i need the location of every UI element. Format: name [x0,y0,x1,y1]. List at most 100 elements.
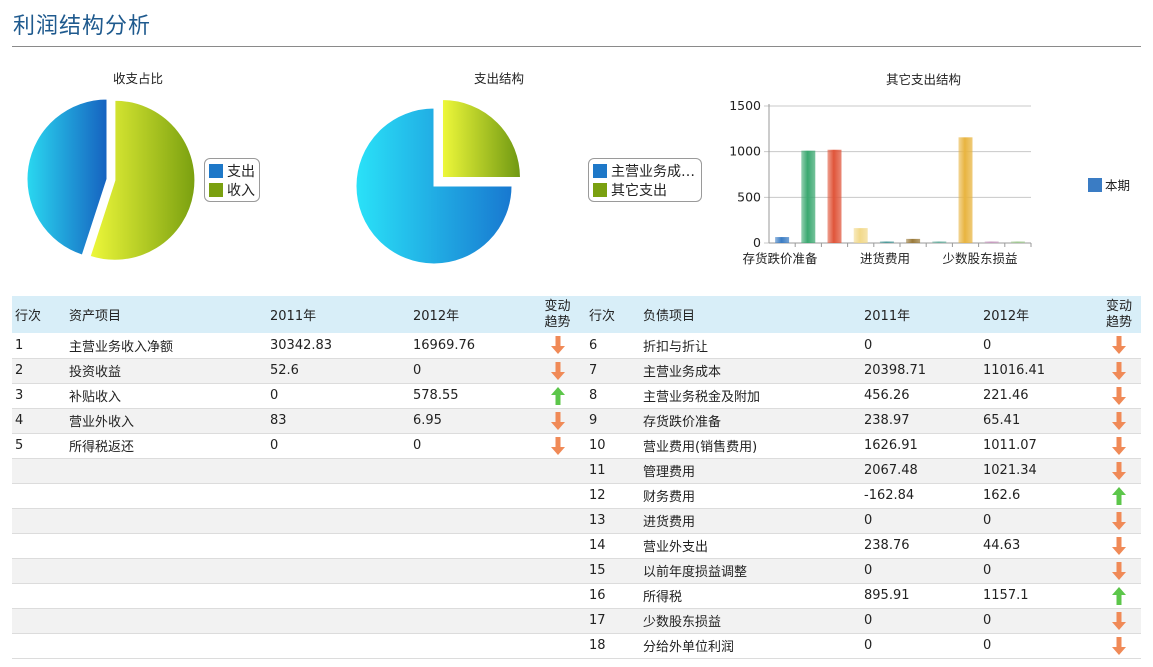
legend-swatch [209,182,223,197]
trend-header-line2: 趋势 [544,314,571,330]
cell-trend [1097,333,1141,359]
bar[interactable] [932,241,947,244]
cell-2012 [410,633,527,659]
cell-row-no: 4 [12,408,66,434]
cell-trend [1097,583,1141,609]
col-header-trend: 变动 趋势 [527,296,588,333]
cell-item: 财务费用 [640,483,861,509]
legend-swatch [593,182,607,197]
cell-row-no: 9 [586,408,640,434]
cell-row-no: 10 [586,433,640,459]
bar[interactable] [906,238,921,243]
cell-item: 进货费用 [640,508,861,534]
cell-2011: 30342.83 [267,333,410,359]
chart-legend[interactable]: 主营业务成… 其它支出 [588,158,702,202]
trend-header-line1: 变动 [1105,298,1132,314]
cell-2012 [410,533,527,559]
cell-item: 存货跌价准备 [640,408,861,434]
cell-2011 [267,483,410,509]
cell-2012: 65.41 [980,408,1097,434]
cell-row-no: 11 [586,458,640,484]
cell-row-no [12,483,66,509]
cell-2012 [410,483,527,509]
x-tick-label: 存货跌价准备 [742,251,818,266]
cell-item [66,608,267,634]
table-row: 8 主营业务税金及附加 456.26 221.46 [586,383,1141,409]
cell-item: 营业外收入 [66,408,267,434]
cell-2011: 0 [861,333,980,359]
cell-2012: 162.6 [980,483,1097,509]
legend-item-expense[interactable]: 支出 [209,161,255,180]
table-row: 16 所得税 895.91 1157.1 [586,583,1141,609]
cell-row-no [12,583,66,609]
bar[interactable] [853,228,868,243]
table-row: 2 投资收益 52.6 0 [12,358,588,384]
cell-row-no: 7 [586,358,640,384]
col-header-2011: 2011年 [861,296,980,333]
cell-2011: 52.6 [267,358,410,384]
cell-item: 营业费用(销售费用) [640,433,861,459]
cell-trend [527,458,588,484]
legend-swatch [593,163,607,178]
cell-item: 折扣与折让 [640,333,861,359]
cell-item: 主营业务收入净额 [66,333,267,359]
cell-row-no: 17 [586,608,640,634]
bar[interactable] [984,241,999,244]
cell-trend [1097,558,1141,584]
legend-item-income[interactable]: 收入 [209,180,255,199]
cell-2012: 1157.1 [980,583,1097,609]
bar[interactable] [801,150,816,243]
trend-down-arrow-icon [1112,386,1126,405]
cell-2012: 0 [410,358,527,384]
chart-legend[interactable]: 本期 [1088,175,1130,194]
cell-item: 以前年度损益调整 [640,558,861,584]
table-row [12,458,588,484]
col-header-2012: 2012年 [410,296,527,333]
legend-label: 支出 [227,163,255,180]
cell-item [66,583,267,609]
bar[interactable] [775,237,790,243]
cell-trend [527,533,588,559]
col-header-item: 负债项目 [640,296,861,333]
cell-2012: 0 [980,558,1097,584]
trend-down-arrow-icon [1112,436,1126,455]
cell-trend [527,558,588,584]
cell-row-no: 5 [12,433,66,459]
cell-row-no: 3 [12,383,66,409]
cell-2011 [267,558,410,584]
cell-row-no [12,458,66,484]
pie-slice-expense[interactable] [26,98,108,256]
cell-trend [1097,633,1141,659]
cell-2011 [267,608,410,634]
table-row: 18 分给外单位利润 0 0 [586,633,1141,659]
bar[interactable] [1010,241,1025,244]
cell-2012: 1011.07 [980,433,1097,459]
trend-down-arrow-icon [1112,536,1126,555]
cell-2012 [410,608,527,634]
table-row: 14 营业外支出 238.76 44.63 [586,533,1141,559]
y-tick-label: 1500 [730,98,761,113]
col-header-row-no: 行次 [586,296,640,333]
cell-trend [527,483,588,509]
trend-down-arrow-icon [550,336,565,355]
bar[interactable] [958,137,973,243]
legend-item-main-cost[interactable]: 主营业务成… [593,161,697,180]
cell-item: 主营业务成本 [640,358,861,384]
table-row [12,583,588,609]
y-tick-label: 0 [753,235,761,250]
pie-slice-other-expense[interactable] [441,99,521,179]
cell-2012: 578.55 [410,383,527,409]
cell-2011: -162.84 [861,483,980,509]
bar[interactable] [879,241,894,244]
table-row: 3 补贴收入 0 578.55 [12,383,588,409]
table-row: 10 营业费用(销售费用) 1626.91 1011.07 [586,433,1141,459]
y-tick-label: 1000 [730,144,761,159]
cell-2011 [267,583,410,609]
bar[interactable] [827,149,842,243]
chart-legend[interactable]: 支出 收入 [204,158,260,202]
legend-item-other-expense[interactable]: 其它支出 [593,180,697,199]
cell-trend [1097,433,1141,459]
cell-2012: 0 [410,433,527,459]
cell-2011 [267,533,410,559]
table-row: 6 折扣与折让 0 0 [586,333,1141,359]
